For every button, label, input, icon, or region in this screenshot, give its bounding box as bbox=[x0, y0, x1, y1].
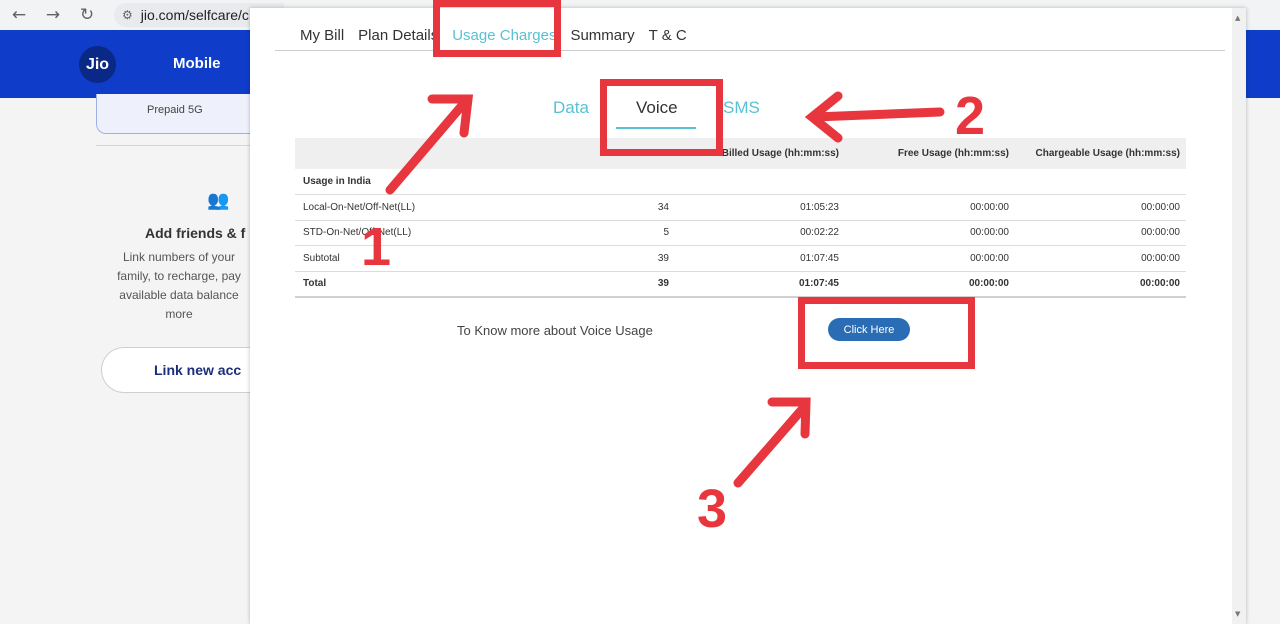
arrow-right-icon[interactable]: → bbox=[36, 0, 70, 30]
table-cell: 00:00:00 bbox=[845, 194, 1015, 221]
scroll-down-icon[interactable]: ▼ bbox=[1235, 610, 1240, 618]
table-cell: Total bbox=[295, 271, 495, 298]
friends-title: Add friends & f bbox=[145, 225, 246, 241]
table-row: Subtotal 39 01:07:45 00:00:00 00:00:00 bbox=[295, 245, 1186, 272]
table-cell: 01:05:23 bbox=[675, 194, 845, 221]
site-settings-icon[interactable]: ⚙ bbox=[122, 8, 133, 22]
table-row: STD-On-Net/Off-Net(LL) 5 00:02:22 00:00:… bbox=[295, 220, 1186, 246]
table-cell: 01:07:45 bbox=[675, 271, 845, 298]
annotation-number-3: 3 bbox=[697, 479, 728, 539]
table-cell: 39 bbox=[495, 245, 675, 272]
voice-usage-table: Count Billed Usage (hh:mm:ss) Free Usage… bbox=[295, 138, 1186, 298]
subtab-sms[interactable]: SMS bbox=[723, 98, 760, 118]
annotation-number-1: 1 bbox=[361, 217, 392, 277]
link-new-account-button[interactable]: Link new acc bbox=[101, 347, 261, 393]
table-cell: 34 bbox=[495, 194, 675, 221]
table-cell: 00:00:00 bbox=[845, 271, 1015, 298]
column-header: Free Usage (hh:mm:ss) bbox=[845, 138, 1015, 169]
annotation-box-usage-charges bbox=[433, 0, 561, 57]
friends-icon: 👥 bbox=[207, 190, 230, 211]
tab-terms[interactable]: T & C bbox=[649, 27, 687, 44]
table-cell: Subtotal bbox=[295, 245, 495, 272]
table-cell: STD-On-Net/Off-Net(LL) bbox=[295, 220, 495, 246]
annotation-number-2: 2 bbox=[955, 86, 986, 146]
column-header: Chargeable Usage (hh:mm:ss) bbox=[1015, 138, 1186, 169]
tab-plan-details[interactable]: Plan Details bbox=[358, 27, 438, 44]
table-cell: 00:00:00 bbox=[845, 220, 1015, 246]
account-side-panel: Prepaid 5G 👥 Add friends & f Link number… bbox=[0, 94, 266, 624]
table-cell: Local-On-Net/Off-Net(LL) bbox=[295, 194, 495, 221]
bill-modal: My Bill Plan Details Usage Charges Summa… bbox=[250, 8, 1246, 624]
table-cell: 00:00:00 bbox=[1015, 194, 1186, 221]
friends-desc-line: Link numbers of your bbox=[122, 250, 236, 264]
friends-desc-line: available data balance bbox=[119, 288, 239, 302]
arrow-left-icon[interactable]: ← bbox=[2, 0, 36, 30]
divider bbox=[96, 145, 256, 146]
modal-scrollbar[interactable]: ▲ ▼ bbox=[1232, 8, 1246, 624]
prepaid-card[interactable]: Prepaid 5G bbox=[96, 94, 266, 134]
tabs-divider bbox=[275, 50, 1225, 51]
table-cell: 39 bbox=[495, 271, 675, 298]
tab-summary[interactable]: Summary bbox=[570, 27, 634, 44]
annotation-box-voice bbox=[600, 79, 723, 156]
friends-desc-line: family, to recharge, pay bbox=[117, 269, 241, 283]
annotation-box-click-here bbox=[798, 297, 975, 369]
table-cell: 00:00:00 bbox=[1015, 271, 1186, 298]
table-header-row: Count Billed Usage (hh:mm:ss) Free Usage… bbox=[295, 138, 1186, 169]
table-cell: 00:00:00 bbox=[845, 245, 1015, 272]
jio-logo[interactable]: Jio bbox=[79, 46, 116, 83]
table-cell: 00:00:00 bbox=[1015, 220, 1186, 246]
reload-icon[interactable]: ↻ bbox=[70, 0, 104, 30]
column-header bbox=[295, 138, 495, 169]
friends-desc-line: more bbox=[165, 307, 193, 321]
table-cell: 00:02:22 bbox=[675, 220, 845, 246]
table-group-row: Usage in India bbox=[295, 169, 1186, 195]
table-cell: 5 bbox=[495, 220, 675, 246]
scroll-up-icon[interactable]: ▲ bbox=[1235, 14, 1240, 22]
subtab-data[interactable]: Data bbox=[553, 98, 589, 118]
prepaid-label: Prepaid 5G bbox=[147, 104, 203, 116]
table-cell: 00:00:00 bbox=[1015, 245, 1186, 272]
tab-my-bill[interactable]: My Bill bbox=[300, 27, 344, 44]
know-more-text: To Know more about Voice Usage bbox=[457, 323, 653, 338]
friends-description: Link numbers of your family, to recharge… bbox=[104, 248, 254, 324]
group-label: Usage in India bbox=[295, 169, 1186, 195]
url-text: jio.com/selfcare/c bbox=[140, 7, 249, 23]
table-cell: 01:07:45 bbox=[675, 245, 845, 272]
table-total-row: Total 39 01:07:45 00:00:00 00:00:00 bbox=[295, 271, 1186, 298]
table-row: Local-On-Net/Off-Net(LL) 34 01:05:23 00:… bbox=[295, 194, 1186, 221]
nav-mobile[interactable]: Mobile bbox=[173, 55, 221, 72]
